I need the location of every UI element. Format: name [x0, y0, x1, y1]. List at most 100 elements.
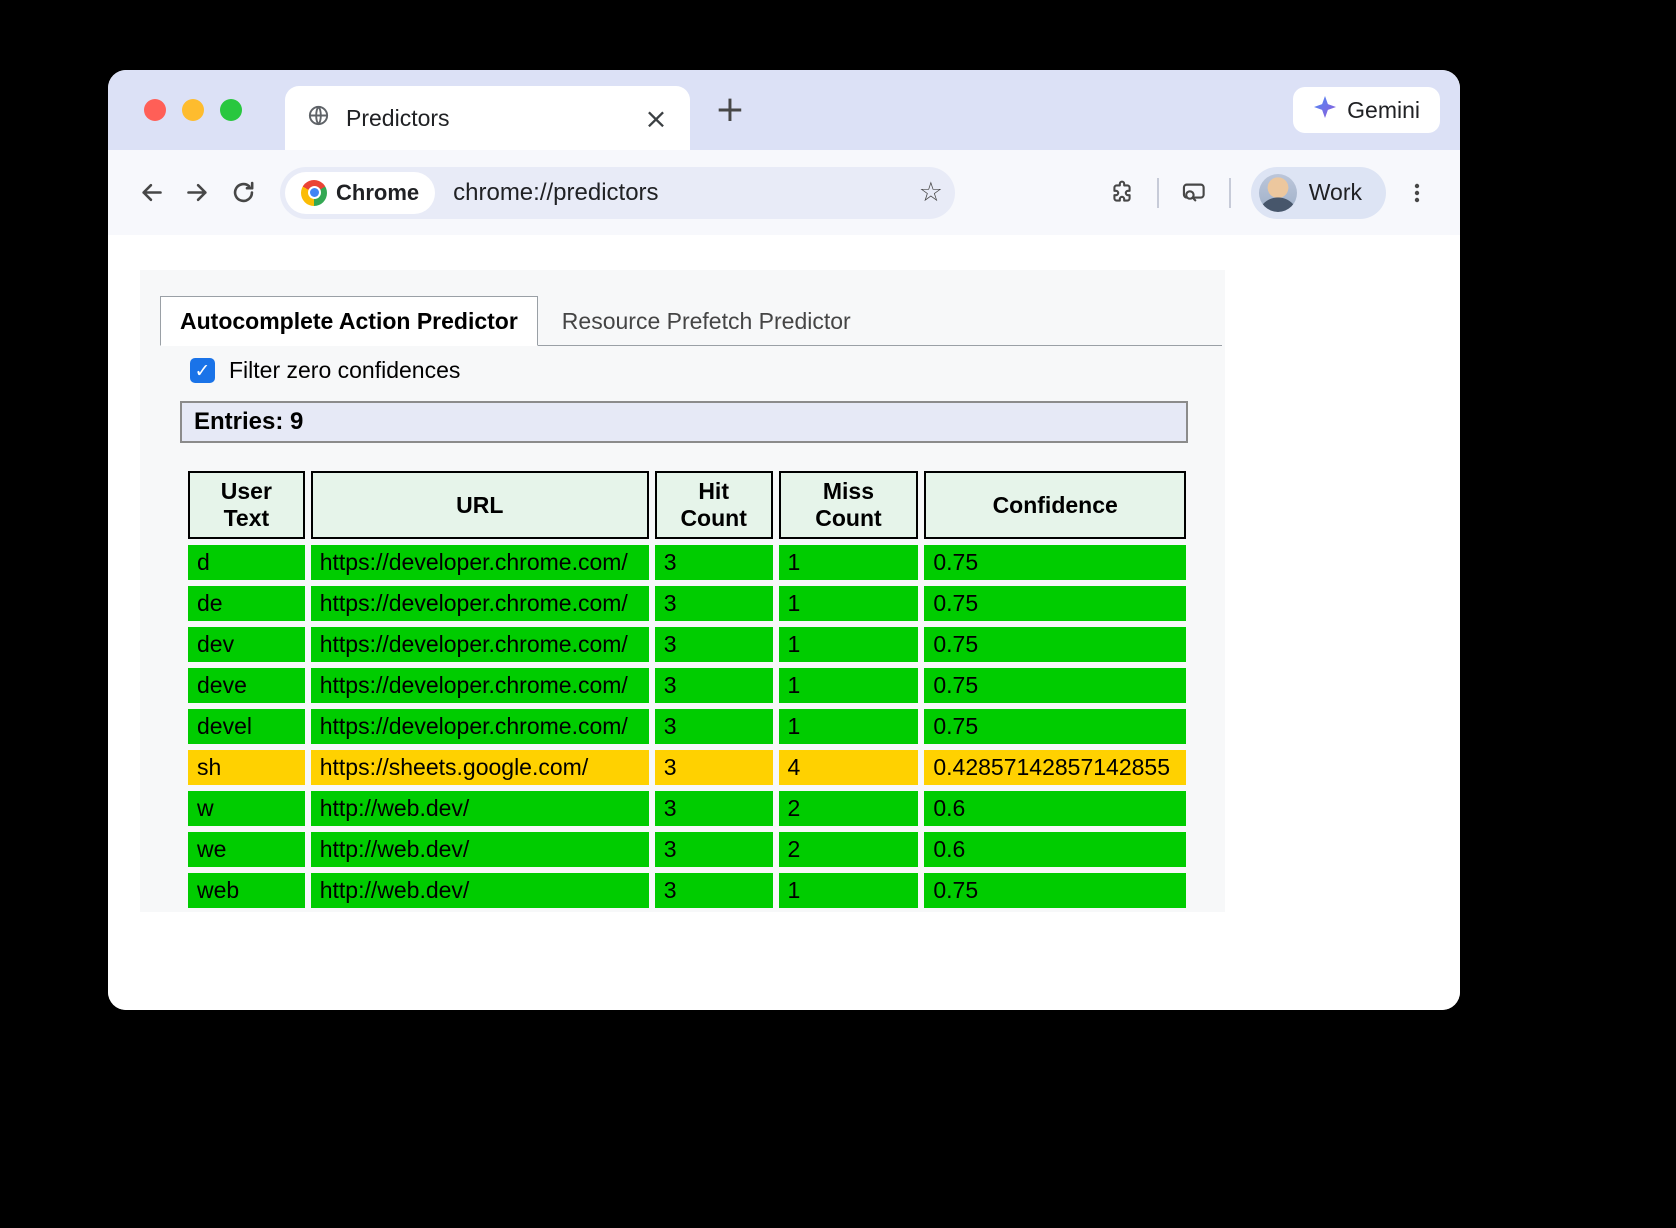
table-row: dhttps://developer.chrome.com/310.75 — [188, 545, 1186, 580]
cell-miss_count: 1 — [779, 586, 919, 621]
toolbar-right-group: Work — [1099, 167, 1440, 219]
column-header: URL — [311, 471, 649, 539]
cell-url: https://developer.chrome.com/ — [311, 586, 649, 621]
cell-user_text: de — [188, 586, 305, 621]
gemini-sparkle-icon — [1313, 95, 1337, 125]
new-tab-button[interactable]: + — [712, 92, 748, 128]
cell-miss_count: 2 — [779, 832, 919, 867]
search-engine-label: Chrome — [336, 180, 419, 206]
cell-miss_count: 2 — [779, 791, 919, 826]
extensions-button[interactable] — [1099, 170, 1145, 216]
globe-favicon-icon — [307, 104, 330, 132]
tab-label: Autocomplete Action Predictor — [180, 308, 518, 335]
profile-button[interactable]: Work — [1251, 167, 1386, 219]
cell-confidence: 0.75 — [924, 545, 1186, 580]
entries-count: Entries: 9 — [194, 408, 303, 436]
cell-hit_count: 3 — [655, 545, 773, 580]
cell-hit_count: 3 — [655, 791, 773, 826]
close-window-button[interactable] — [144, 99, 166, 121]
table-row: dehttps://developer.chrome.com/310.75 — [188, 586, 1186, 621]
url-text[interactable]: chrome://predictors — [453, 179, 911, 207]
cell-hit_count: 3 — [655, 709, 773, 744]
three-dot-menu-icon — [1405, 181, 1429, 205]
maximize-window-button[interactable] — [220, 99, 242, 121]
screen-search-button[interactable] — [1171, 170, 1217, 216]
cell-user_text: devel — [188, 709, 305, 744]
table-row: whttp://web.dev/320.6 — [188, 791, 1186, 826]
cell-url: http://web.dev/ — [311, 791, 649, 826]
cell-url: https://sheets.google.com/ — [311, 750, 649, 785]
reload-icon — [230, 179, 257, 206]
tab-close-icon[interactable]: × — [640, 102, 672, 134]
cell-user_text: deve — [188, 668, 305, 703]
cell-hit_count: 3 — [655, 627, 773, 662]
cell-miss_count: 1 — [779, 627, 919, 662]
profile-name: Work — [1309, 179, 1362, 206]
cell-miss_count: 1 — [779, 873, 919, 908]
cell-user_text: dev — [188, 627, 305, 662]
search-engine-badge[interactable]: Chrome — [285, 172, 435, 214]
tab-label: Resource Prefetch Predictor — [562, 308, 851, 335]
window-controls — [144, 99, 242, 121]
table-body: dhttps://developer.chrome.com/310.75deht… — [188, 545, 1186, 908]
bookmark-star-icon[interactable]: ☆ — [919, 177, 943, 208]
back-arrow-icon — [138, 179, 165, 206]
column-header: Miss Count — [779, 471, 919, 539]
cell-confidence: 0.75 — [924, 668, 1186, 703]
cell-miss_count: 1 — [779, 545, 919, 580]
cell-user_text: we — [188, 832, 305, 867]
column-header: Hit Count — [655, 471, 773, 539]
minimize-window-button[interactable] — [182, 99, 204, 121]
cell-user_text: web — [188, 873, 305, 908]
cell-confidence: 0.6 — [924, 791, 1186, 826]
toolbar: Chrome chrome://predictors ☆ — [108, 150, 1460, 235]
cell-miss_count: 1 — [779, 668, 919, 703]
cell-url: http://web.dev/ — [311, 873, 649, 908]
cell-hit_count: 3 — [655, 586, 773, 621]
forward-button[interactable] — [174, 170, 220, 216]
profile-avatar — [1259, 174, 1297, 212]
gemini-button[interactable]: Gemini — [1293, 87, 1440, 133]
cell-hit_count: 3 — [655, 668, 773, 703]
cell-user_text: w — [188, 791, 305, 826]
filter-checkbox[interactable]: ✓ — [190, 358, 215, 383]
address-bar[interactable]: Chrome chrome://predictors ☆ — [280, 167, 955, 219]
tab-autocomplete-action-predictor[interactable]: Autocomplete Action Predictor — [160, 296, 538, 346]
browser-window: Predictors × + Gemini — [108, 70, 1460, 1010]
cell-confidence: 0.75 — [924, 709, 1186, 744]
toolbar-divider — [1157, 178, 1159, 208]
gemini-label: Gemini — [1347, 97, 1420, 124]
cell-url: https://developer.chrome.com/ — [311, 668, 649, 703]
cell-hit_count: 3 — [655, 873, 773, 908]
back-button[interactable] — [128, 170, 174, 216]
reload-button[interactable] — [220, 170, 266, 216]
predictors-page: Autocomplete Action Predictor Resource P… — [140, 270, 1225, 912]
table-header-row: User TextURLHit CountMiss CountConfidenc… — [188, 471, 1186, 539]
chrome-logo-icon — [301, 180, 327, 206]
table-row: shhttps://sheets.google.com/340.42857142… — [188, 750, 1186, 785]
predictors-table: User TextURLHit CountMiss CountConfidenc… — [182, 465, 1192, 914]
table-row: webhttp://web.dev/310.75 — [188, 873, 1186, 908]
cell-user_text: sh — [188, 750, 305, 785]
cell-url: http://web.dev/ — [311, 832, 649, 867]
cell-hit_count: 3 — [655, 750, 773, 785]
cell-hit_count: 3 — [655, 832, 773, 867]
filter-label: Filter zero confidences — [229, 357, 460, 384]
forward-arrow-icon — [184, 179, 211, 206]
table-row: devhttps://developer.chrome.com/310.75 — [188, 627, 1186, 662]
menu-button[interactable] — [1394, 170, 1440, 216]
cell-confidence: 0.42857142857142855 — [924, 750, 1186, 785]
filter-row: ✓ Filter zero confidences — [190, 357, 1222, 384]
table-row: devehttps://developer.chrome.com/310.75 — [188, 668, 1186, 703]
checkmark-icon: ✓ — [195, 360, 211, 382]
tab-resource-prefetch-predictor[interactable]: Resource Prefetch Predictor — [538, 297, 875, 345]
cell-url: https://developer.chrome.com/ — [311, 709, 649, 744]
table-row: wehttp://web.dev/320.6 — [188, 832, 1186, 867]
page-viewport: Autocomplete Action Predictor Resource P… — [108, 235, 1460, 1010]
browser-tab[interactable]: Predictors × — [285, 86, 690, 150]
column-header: Confidence — [924, 471, 1186, 539]
tab-strip: Predictors × + Gemini — [108, 70, 1460, 150]
table-row: develhttps://developer.chrome.com/310.75 — [188, 709, 1186, 744]
cell-miss_count: 4 — [779, 750, 919, 785]
cell-url: https://developer.chrome.com/ — [311, 627, 649, 662]
